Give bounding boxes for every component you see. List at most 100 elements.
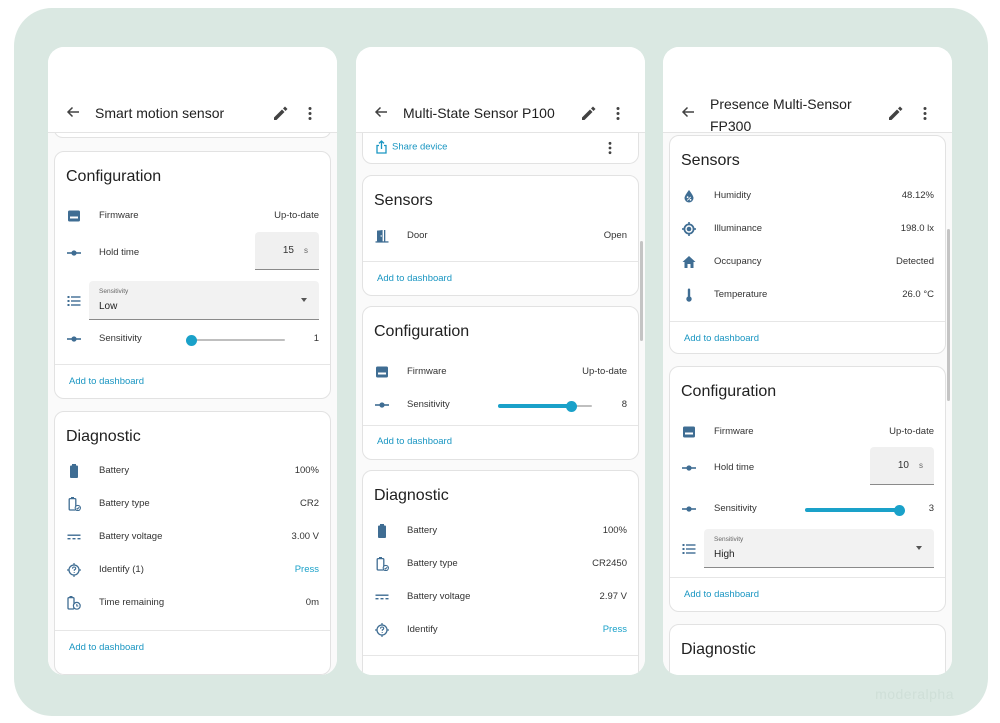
home-icon [682,255,696,269]
dropdown-caret-icon [916,546,922,550]
select-label: Sensitivity [714,536,744,543]
sensitivity-select[interactable]: Sensitivity Low [89,281,319,320]
share-icon [375,140,388,154]
device-title: Smart motion sensor [95,105,225,121]
row-value: 8 [621,399,627,410]
row-label: Identify [407,624,438,635]
scrollbar[interactable] [640,241,643,341]
edit-pencil-icon[interactable] [273,106,288,121]
slider-track [191,339,285,341]
temperature-row[interactable]: Temperature 26.0 °C [670,279,945,312]
more-options-icon[interactable] [604,141,616,155]
occupancy-row[interactable]: Occupancy Detected [670,246,945,279]
scroll-content[interactable]: Configuration Firmware Up-to-date Hold t… [48,133,337,675]
row-value: Up-to-date [582,366,627,377]
press-button[interactable]: Press [603,624,627,635]
edit-pencil-icon[interactable] [888,106,903,121]
humidity-row[interactable]: Humidity 48.12% [670,180,945,213]
device-title: Presence Multi-Sensor FP300 [710,96,852,134]
more-options-icon[interactable] [919,106,931,121]
row-value: 198.0 lx [900,223,934,234]
battery-row[interactable]: Battery 100% [55,455,330,488]
card-title: Sensors [374,192,433,209]
firmware-row[interactable]: Firmware Up-to-date [670,416,945,449]
humidity-icon [682,189,696,203]
list-icon [67,294,81,308]
slider-icon [682,461,696,475]
card-title: Configuration [374,323,470,340]
press-button[interactable]: Press [295,564,319,575]
battery-voltage-row[interactable]: Battery voltage 2.97 V [363,581,638,614]
share-device-label: Share device [392,141,448,153]
battery-type-row[interactable]: Battery type CR2 [55,488,330,521]
divider [363,425,638,426]
scroll-content[interactable]: Sensors Humidity 48.12% Illuminance 198.… [663,133,952,675]
row-label: Hold time [99,247,140,258]
battery-type-row[interactable]: Battery type CR2450 [363,548,638,581]
more-options-icon[interactable] [612,106,624,121]
battery-voltage-row[interactable]: Battery voltage 3.00 V [55,521,330,554]
slider-thumb[interactable] [894,505,905,516]
row-label: Battery [407,525,438,536]
row-label: Illuminance [714,223,763,234]
add-to-dashboard-link[interactable]: Add to dashboard [377,273,452,284]
sensitivity-slider[interactable] [805,504,905,516]
scrollbar[interactable] [947,229,950,401]
row-value: CR2450 [592,558,627,569]
card-title: Diagnostic [66,428,141,445]
hold-time-input[interactable]: 10 s [870,447,934,485]
battery-type-icon [375,557,389,571]
slider-thumb[interactable] [566,401,578,412]
row-label: Sensitivity [407,399,450,410]
add-to-dashboard-link[interactable]: Add to dashboard [377,436,452,447]
phone-presence-multi-sensor: Presence Multi-Sensor FP300 Sensors Humi… [663,47,952,675]
phone-multi-state-sensor: Multi-State Sensor P100 Share device Sen… [356,47,645,675]
row-value: 100% [294,465,319,476]
thermometer-icon [682,288,696,302]
illuminance-row[interactable]: Illuminance 198.0 lx [670,213,945,246]
sensitivity-row: Sensitivity 3 [670,493,945,526]
back-arrow-icon[interactable] [66,105,80,119]
back-arrow-icon[interactable] [681,105,695,119]
hold-time-unit: s [919,461,923,470]
edit-pencil-icon[interactable] [581,106,596,121]
add-to-dashboard-link[interactable]: Add to dashboard [69,376,144,387]
identify-row: Identify Press [363,614,638,647]
battery-icon [375,524,389,538]
back-arrow-icon[interactable] [374,105,388,119]
more-options-icon[interactable] [304,106,316,121]
hold-time-input[interactable]: 15 s [255,232,319,270]
watermark-logo: moderalpha [875,686,954,702]
door-icon [375,229,389,243]
battery-row[interactable]: Battery 100% [363,515,638,548]
add-to-dashboard-link[interactable]: Add to dashboard [684,333,759,344]
select-value: Low [99,301,118,312]
sensitivity-slider[interactable] [498,400,592,412]
row-value: 1 [313,333,319,344]
diagnostic-card: Diagnostic [669,624,946,675]
row-label: Battery [99,465,130,476]
identify-icon [375,623,389,637]
hold-time-value: 15 [282,245,294,256]
firmware-row[interactable]: Firmware Up-to-date [363,356,638,389]
phone-smart-motion-sensor: Smart motion sensor Configuration Firmwa… [48,47,337,675]
time-remaining-row[interactable]: Time remaining 0m [55,587,330,620]
add-to-dashboard-link[interactable]: Add to dashboard [69,642,144,653]
slider-thumb[interactable] [186,335,197,346]
firmware-row[interactable]: Firmware Up-to-date [55,200,330,233]
identify-row: Identify (1) Press [55,554,330,587]
sensitivity-select[interactable]: Sensitivity High [704,529,934,568]
add-to-dashboard-link[interactable]: Add to dashboard [684,589,759,600]
device-title: Multi-State Sensor P100 [403,105,555,121]
hold-time-row: Hold time 15 s [55,232,330,270]
share-device-link[interactable]: Share device [375,140,447,154]
scroll-content[interactable]: Share device Sensors Door Open Add to da… [356,133,645,675]
select-label: Sensitivity [99,288,129,295]
sensitivity-select-row: Sensitivity Low [55,281,330,320]
row-label: Identify (1) [99,564,144,575]
card-title: Sensors [681,152,740,169]
door-row[interactable]: Door Open [363,220,638,253]
row-label: Battery voltage [99,531,163,542]
sensitivity-slider[interactable] [186,334,285,346]
firmware-icon [67,209,81,223]
